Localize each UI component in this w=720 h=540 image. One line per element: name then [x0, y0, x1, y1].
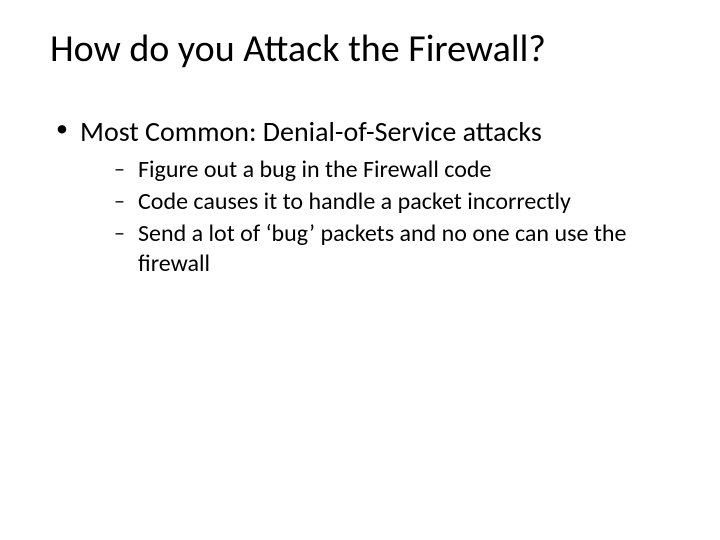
bullet-item: Most Common: Denial-of-Service attacks F…: [60, 114, 690, 279]
slide-title: How do you Attack the Firewall?: [50, 26, 690, 72]
bullet-list-level1: Most Common: Denial-of-Service attacks F…: [30, 114, 690, 279]
sub-bullet-text: Figure out a bug in the Firewall code: [138, 155, 491, 184]
sub-bullet-text: Send a lot of ‘bug’ packets and no one c…: [138, 219, 626, 278]
slide: How do you Attack the Firewall? Most Com…: [0, 0, 720, 540]
sub-bullet-item: Send a lot of ‘bug’ packets and no one c…: [118, 219, 690, 279]
sub-bullet-item: Figure out a bug in the Firewall code: [118, 155, 690, 185]
sub-bullet-text: Code causes it to handle a packet incorr…: [138, 187, 571, 216]
bullet-text: Most Common: Denial-of-Service attacks: [80, 114, 542, 149]
sub-bullet-item: Code causes it to handle a packet incorr…: [118, 187, 690, 217]
bullet-list-level2: Figure out a bug in the Firewall code Co…: [80, 155, 690, 279]
